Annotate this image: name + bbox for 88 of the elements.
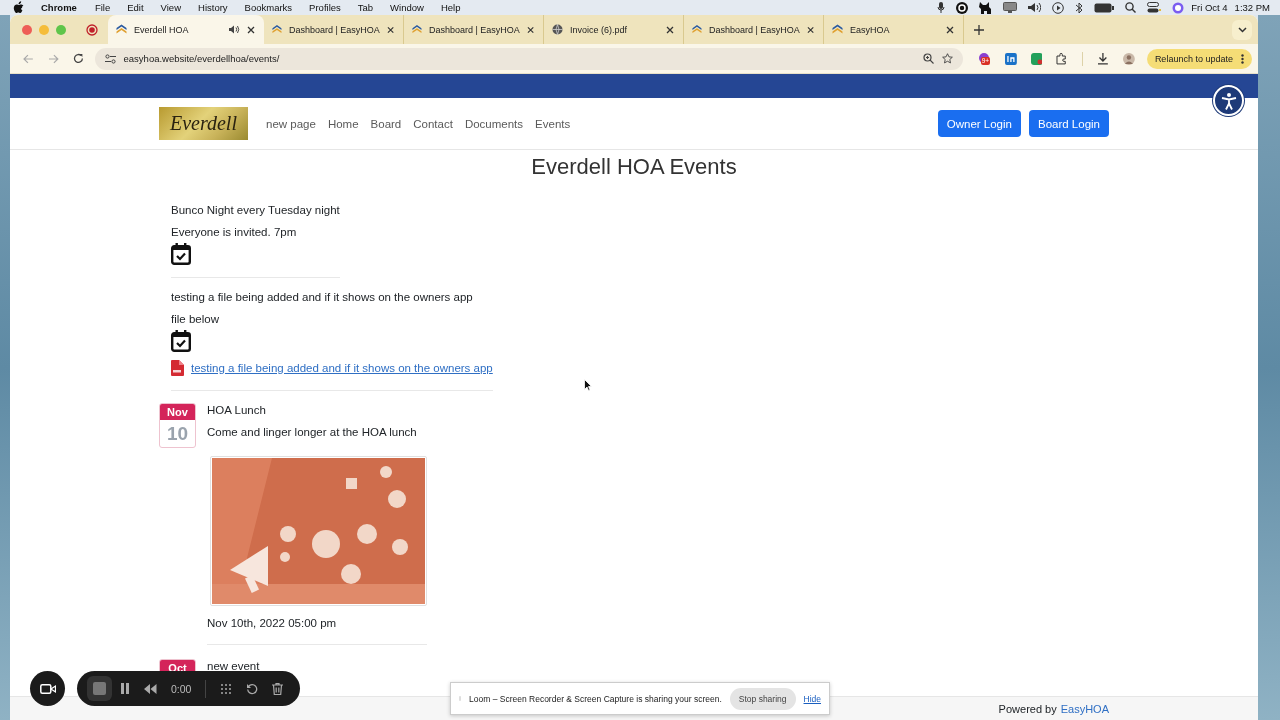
close-icon[interactable] [526, 25, 534, 34]
nav-link[interactable]: Home [327, 117, 359, 130]
circle-icon[interactable] [956, 1, 969, 14]
recording-timer: 0:00 [171, 682, 192, 695]
site-logo[interactable]: Everdell [159, 107, 248, 140]
grid-icon[interactable] [220, 682, 233, 695]
event-title: HOA Lunch [207, 403, 267, 418]
menu-item[interactable]: File [94, 2, 111, 13]
close-icon[interactable] [247, 25, 255, 34]
sharing-message: Loom – Screen Recorder & Screen Capture is sharing your screen. [469, 693, 722, 704]
nav-link[interactable]: Contact [413, 117, 453, 130]
event-description: Come and linger longer at the HOA lunch [207, 425, 418, 440]
puzzle-icon[interactable] [1056, 52, 1069, 65]
browser-tab[interactable]: Everdell HOA [108, 15, 264, 44]
footer-text: Powered by [998, 702, 1057, 715]
microphone-icon[interactable] [937, 2, 946, 13]
star-icon[interactable] [941, 53, 953, 64]
stop-sharing-button[interactable]: Stop sharing [729, 687, 796, 710]
speaker-icon[interactable] [1028, 2, 1042, 13]
close-icon[interactable] [806, 25, 814, 34]
menu-item[interactable]: Window [390, 2, 424, 13]
tab-search-button[interactable] [1232, 19, 1252, 40]
recording-icon[interactable] [86, 23, 98, 36]
accessibility-button[interactable] [1213, 85, 1244, 116]
login-button[interactable]: Board Login [1028, 110, 1109, 137]
menu-bar-time[interactable]: 1:32 PM [1234, 2, 1270, 13]
restart-icon[interactable] [246, 682, 259, 695]
menu-item[interactable]: Edit [127, 2, 144, 13]
nav-link[interactable]: new page [266, 117, 316, 130]
nav-link[interactable]: Documents [464, 117, 524, 130]
nav-link[interactable]: Board [370, 117, 402, 130]
reload-icon[interactable] [72, 53, 84, 64]
event-description: file below [171, 312, 220, 327]
close-icon[interactable] [666, 25, 674, 34]
trash-icon[interactable] [272, 682, 284, 695]
extension-icon[interactable] [1030, 52, 1043, 65]
menu-item[interactable]: View [160, 2, 181, 13]
mouse-cursor-icon [584, 379, 592, 391]
video-camera-icon [39, 683, 56, 694]
hide-link[interactable]: Hide [803, 693, 821, 704]
search-icon[interactable] [1125, 2, 1137, 13]
event-title: Bunco Night every Tuesday night [171, 203, 340, 218]
bluetooth-icon[interactable] [1075, 1, 1084, 14]
menu-item[interactable]: Tab [357, 2, 374, 13]
event-title: testing a file being added and if it shows on the owners app [171, 290, 474, 305]
orb-icon[interactable] [1172, 1, 1185, 14]
speaker-icon[interactable] [229, 25, 240, 34]
relaunch-button[interactable]: Relaunch to update [1146, 48, 1252, 69]
page-title: Everdell HOA Events [530, 153, 738, 181]
close-window-button[interactable] [22, 24, 32, 35]
close-icon[interactable] [386, 25, 394, 34]
pdf-file-icon [171, 360, 184, 376]
site-settings-icon[interactable] [104, 53, 116, 64]
display-icon[interactable] [1003, 2, 1018, 13]
apple-icon[interactable] [13, 1, 24, 14]
calendar-check-icon [171, 330, 191, 352]
accessibility-icon [1219, 91, 1238, 110]
menu-item[interactable]: Profiles [309, 2, 341, 13]
login-button[interactable]: Owner Login [937, 110, 1021, 137]
date-badge: Nov 10 [159, 403, 196, 448]
nav-link[interactable]: Events [535, 117, 571, 130]
pause-icon[interactable] [120, 683, 130, 694]
event-date: Nov 10th, 2022 05:00 pm [207, 616, 338, 631]
event-description: Everyone is invited. 7pm [171, 225, 298, 240]
address-bar[interactable]: easyhoa.website/everdellhoa/events/ [94, 47, 963, 70]
profile-avatar-icon[interactable] [1123, 52, 1135, 65]
file-link[interactable]: testing a file being added and if it shows on the owners app [191, 358, 493, 378]
zoom-icon[interactable] [922, 53, 934, 64]
menu-item[interactable]: Help [440, 2, 461, 13]
event-title: new event [207, 659, 260, 674]
app-menu[interactable]: Chrome [41, 2, 77, 13]
globe-icon [552, 24, 563, 35]
rewind-icon[interactable] [144, 683, 157, 694]
menu-bar-date[interactable]: Fri Oct 4 [1191, 2, 1228, 13]
chevron-down-icon [1237, 26, 1247, 33]
extension-icon[interactable] [1004, 52, 1017, 65]
more-icon[interactable] [1240, 53, 1244, 64]
footer-link[interactable]: EasyHOA [1060, 702, 1109, 715]
animal-icon[interactable] [979, 1, 993, 14]
new-tab-icon[interactable] [974, 24, 984, 35]
battery-icon[interactable] [1094, 2, 1115, 13]
close-icon[interactable] [946, 25, 954, 34]
toggle-icon[interactable] [1147, 2, 1162, 13]
menu-item[interactable]: History [198, 2, 228, 13]
download-icon[interactable] [1097, 52, 1110, 65]
menu-item[interactable]: Bookmarks [244, 2, 293, 13]
play-icon[interactable] [1052, 1, 1065, 14]
calendar-check-icon [171, 243, 191, 265]
